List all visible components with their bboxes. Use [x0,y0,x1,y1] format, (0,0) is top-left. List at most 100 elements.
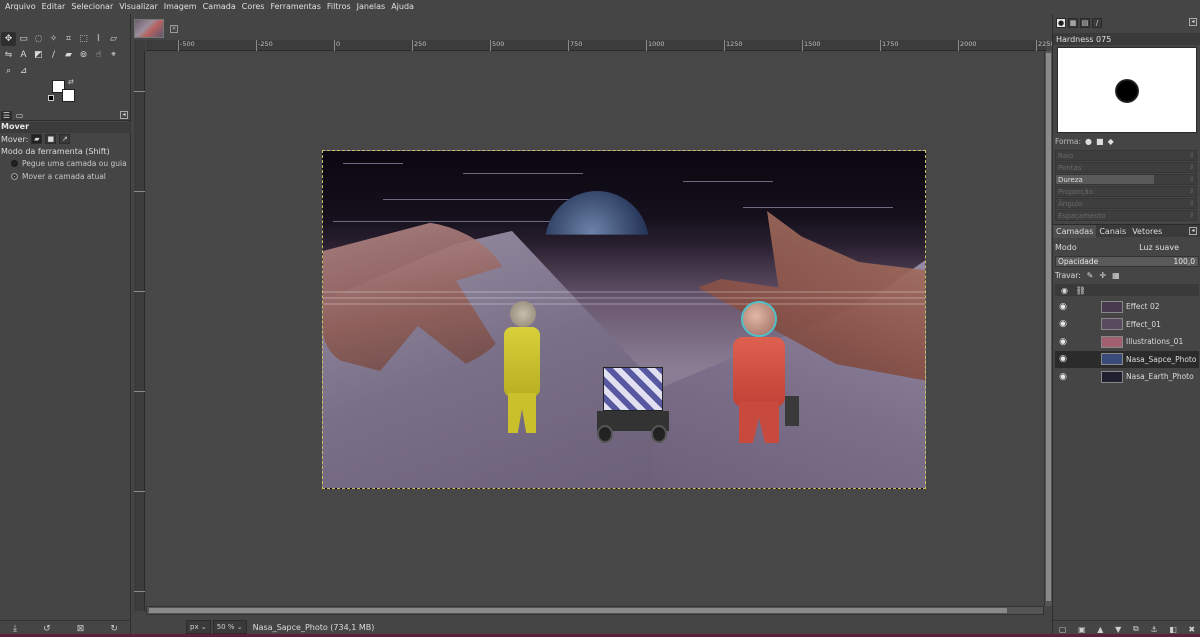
color-selector[interactable]: ⇄ [48,78,78,104]
free-select-icon[interactable]: ◌ [31,32,46,46]
image-tab[interactable]: × [134,17,182,40]
move-icon[interactable]: ✥ [1,32,16,46]
spin-arrows-icon[interactable]: ⇕ [1189,212,1194,219]
flip-icon[interactable]: ⇋ [1,48,16,62]
panel-menu-icon[interactable]: ◂ [1189,18,1197,26]
spin-arrows-icon[interactable]: ⇕ [1189,164,1194,171]
zoom-icon[interactable]: ⌕ [1,64,16,78]
swap-colors-icon[interactable]: ⇄ [68,78,74,86]
close-tab-icon[interactable]: × [170,24,178,33]
menu-item[interactable]: Visualizar [116,0,161,14]
square-shape-icon[interactable]: ■ [1096,137,1104,146]
move-path-icon[interactable]: ↗ [59,134,71,144]
save-preset-icon[interactable]: ⤓ [13,624,17,634]
brush-slider[interactable]: Pontas ⇕ [1055,162,1197,173]
unified-transform-icon[interactable]: ⬚ [76,32,91,46]
menu-item[interactable]: Camada [200,0,239,14]
menu-item[interactable]: Editar [39,0,69,14]
vertical-scrollbar[interactable] [1044,51,1052,606]
move-selection-icon[interactable]: ■ [45,134,57,144]
delete-preset-icon[interactable]: ⊠ [77,624,85,634]
opacity-slider[interactable]: Opacidade 100,0 [1055,256,1199,267]
eraser-icon[interactable]: ▰ [61,48,76,62]
text-icon[interactable]: A [16,48,31,62]
menu-item[interactable]: Arquivo [2,0,39,14]
tab-paths[interactable]: Vetores [1129,225,1165,238]
image-canvas[interactable] [322,150,926,489]
panel-menu-icon[interactable]: ◂ [120,111,128,119]
layer-row[interactable]: ◉ Nasa_Sapce_Photo [1055,350,1199,368]
new-layer-icon[interactable]: ▢ [1059,625,1067,634]
patterns-tab-icon[interactable]: ▦ [1068,18,1078,28]
warp-icon[interactable]: ⌇ [91,32,106,46]
anchor-layer-icon[interactable]: ⚓ [1150,625,1157,634]
lock-alpha-icon[interactable]: ▦ [1112,271,1120,280]
menu-item[interactable]: Cores [239,0,268,14]
menu-item[interactable]: Selecionar [68,0,116,14]
radio-move-active-layer[interactable]: Mover a camada atual [0,170,131,183]
menu-item[interactable]: Ajuda [388,0,417,14]
menu-item[interactable]: Janelas [354,0,389,14]
horizontal-scrollbar[interactable] [146,606,1044,615]
layer-row[interactable]: ◉ Illustrations_01 [1055,333,1199,351]
lower-layer-icon[interactable]: ▼ [1115,625,1121,634]
lock-position-icon[interactable]: ✛ [1099,271,1106,280]
duplicate-layer-icon[interactable]: ⧉ [1133,624,1139,634]
canvas-viewport[interactable] [146,51,1044,606]
brush-slider[interactable]: Ângulo ⇕ [1055,198,1197,209]
smudge-icon[interactable]: ☝ [91,48,106,62]
mask-layer-icon[interactable]: ◧ [1169,625,1177,634]
reset-options-icon[interactable]: ↻ [110,624,118,634]
tab-channels[interactable]: Canais [1096,225,1129,238]
menu-item[interactable]: Ferramentas [267,0,323,14]
gradients-tab-icon[interactable]: ▤ [1080,18,1090,28]
visibility-eye-icon[interactable]: ◉ [1055,302,1071,312]
zoom-select[interactable]: 50 % ⌄ [212,620,247,634]
color-picker-icon[interactable]: ⌖ [106,48,121,62]
crop-icon[interactable]: ⌗ [61,32,76,46]
layer-row[interactable]: ◉ Effect_01 [1055,316,1199,334]
visibility-eye-icon[interactable]: ◉ [1055,354,1071,364]
fonts-tab-icon[interactable]: / [1092,18,1102,28]
brush-slider[interactable]: Raio ⇕ [1055,150,1197,161]
tool-options-tab-icon[interactable]: ☰ [1,110,12,120]
measure-icon[interactable]: ⊿ [16,64,31,78]
device-status-tab-icon[interactable]: ▭ [14,111,25,120]
delete-layer-icon[interactable]: ✖ [1188,625,1195,634]
layer-row[interactable]: ◉ Nasa_Earth_Photo [1055,368,1199,386]
restore-preset-icon[interactable]: ↺ [43,624,51,634]
new-group-icon[interactable]: ▣ [1078,625,1086,634]
menu-item[interactable]: Filtros [324,0,354,14]
radio-pick-layer-dot[interactable] [11,160,18,167]
radio-move-active-layer-dot[interactable] [11,173,18,180]
brush-slider[interactable]: Dureza ⇕ [1055,174,1197,185]
layer-row[interactable]: ◉ Effect 02 [1055,298,1199,316]
vertical-ruler[interactable] [134,51,145,611]
visibility-eye-icon[interactable]: ◉ [1055,337,1071,347]
rect-select-icon[interactable]: ▭ [16,32,31,46]
panel-menu-icon[interactable]: ◂ [1189,227,1197,235]
radio-pick-layer[interactable]: Pegue uma camada ou guia [0,157,131,170]
diamond-shape-icon[interactable]: ◆ [1108,137,1114,146]
brush-preview[interactable] [1057,47,1197,133]
fuzzy-select-icon[interactable]: ✧ [46,32,61,46]
visibility-eye-icon[interactable]: ◉ [1055,319,1071,329]
unit-select[interactable]: px ⌄ [186,620,211,634]
tab-layers[interactable]: Camadas [1053,224,1097,238]
bucket-fill-icon[interactable]: ◩ [31,48,46,62]
horizontal-ruler[interactable]: -500 -250 0 250 500 750 1000 1250 1500 1750 2000 22… [146,40,1055,51]
perspective-icon[interactable]: ▱ [106,32,121,46]
default-colors-icon[interactable] [48,95,54,101]
paintbrush-icon[interactable]: / [46,48,61,62]
spin-arrows-icon[interactable]: ⇕ [1189,200,1194,207]
spin-arrows-icon[interactable]: ⇕ [1189,176,1194,183]
background-color-swatch[interactable] [62,89,75,102]
brush-slider[interactable]: Proporção ⇕ [1055,186,1197,197]
circle-shape-icon[interactable]: ● [1085,137,1092,146]
blend-mode-select[interactable]: Luz suave [1139,243,1179,252]
spin-arrows-icon[interactable]: ⇕ [1189,188,1194,195]
spin-arrows-icon[interactable]: ⇕ [1189,152,1194,159]
move-layer-icon[interactable]: ▰ [31,134,43,144]
lock-pixels-icon[interactable]: ✎ [1087,271,1094,280]
brush-slider[interactable]: Espaçamento ⇕ [1055,210,1197,221]
